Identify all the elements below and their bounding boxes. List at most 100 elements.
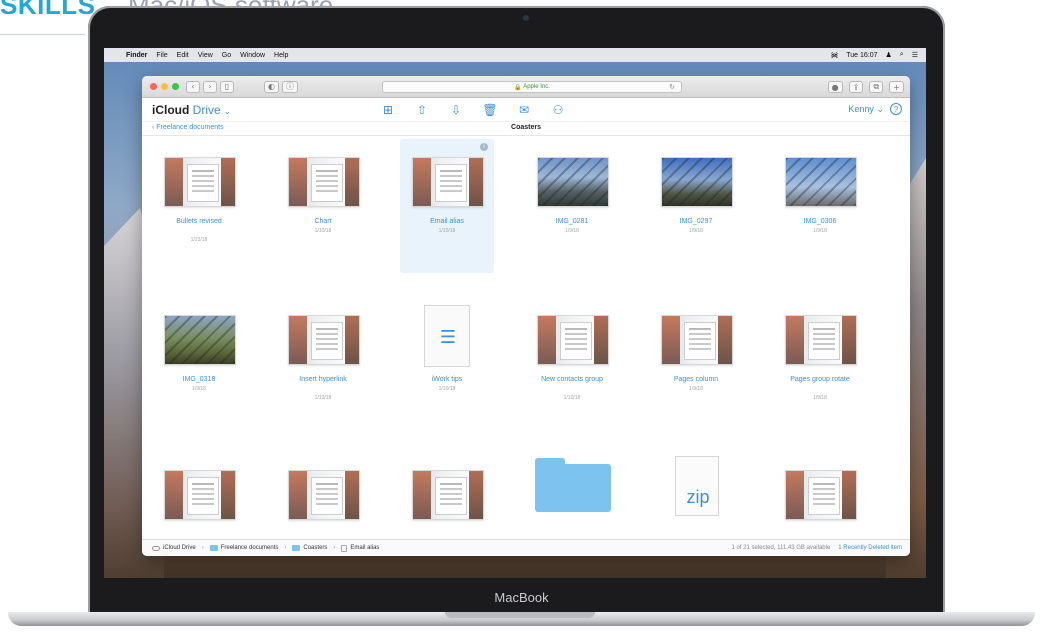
- spotlight-search-icon[interactable]: ⌕: [900, 51, 904, 59]
- rollercoaster-track: [165, 316, 235, 364]
- privacy-icon[interactable]: ◐: [264, 80, 279, 93]
- new-tab-icon[interactable]: +: [889, 81, 904, 93]
- thumbnail-detail: [311, 322, 343, 360]
- status-info: 1 of 21 selected, 111.43 GB available 1 …: [731, 545, 910, 551]
- trash-icon[interactable]: 🗑: [482, 102, 498, 118]
- extension-icon[interactable]: ●: [827, 81, 843, 93]
- crumb-email-alias[interactable]: Email alias: [341, 544, 379, 552]
- thumbnail-detail: [289, 316, 307, 364]
- share-icon[interactable]: ⇪: [848, 81, 864, 93]
- help-button[interactable]: ?: [890, 103, 902, 115]
- crumb-coasters[interactable]: Coasters: [292, 545, 327, 551]
- file-item[interactable]: [525, 452, 619, 539]
- page-info-icon[interactable]: ⓘ: [281, 80, 298, 93]
- upload-icon[interactable]: ⇧: [414, 102, 430, 118]
- file-thumbnail: [785, 470, 857, 520]
- mail-icon[interactable]: ✉: [516, 102, 532, 118]
- zip-label: zip: [686, 487, 710, 507]
- file-item[interactable]: Chart 1/10/18: [276, 139, 370, 273]
- file-date: 1/10/18: [438, 386, 456, 392]
- thumbnail-detail: [560, 322, 592, 360]
- thumbnail-detail: [684, 322, 716, 360]
- file-item[interactable]: ☰ iWork tips 1/10/18: [400, 297, 494, 431]
- share-people-icon[interactable]: ⚇: [550, 102, 566, 118]
- file-name: Email alias: [430, 218, 464, 225]
- file-date: 1/9/18: [689, 386, 703, 392]
- file-item[interactable]: [400, 452, 494, 539]
- menu-help[interactable]: Help: [274, 52, 288, 59]
- menu-window[interactable]: Window: [240, 52, 265, 59]
- page: SKILLS Mac/iOS software Finder File Edit…: [0, 0, 1043, 640]
- file-date: 1/10/18: [314, 395, 332, 401]
- file-name: Chart: [314, 218, 332, 225]
- folder-icon: [535, 458, 611, 512]
- crumb-freelance-documents[interactable]: Freelance documents: [209, 545, 278, 551]
- file-item[interactable]: [152, 452, 246, 539]
- thumbnail-detail: [538, 316, 556, 364]
- reload-icon[interactable]: ↻: [669, 83, 675, 91]
- file-name: IMG_0306: [803, 218, 837, 225]
- file-item[interactable]: IMG_0318 1/9/18: [152, 297, 246, 431]
- thumbnail-detail: [469, 471, 483, 519]
- file-item[interactable]: Pages column 1/9/18: [649, 297, 743, 431]
- file-name: IMG_0318: [182, 376, 216, 383]
- thumbnail-detail: [311, 477, 343, 515]
- thumbnail-detail: [786, 471, 804, 519]
- address-bar-label: Apple Inc.: [523, 84, 550, 90]
- thumbnail-detail: [435, 477, 467, 515]
- menu-file[interactable]: File: [156, 52, 167, 59]
- notification-center-icon[interactable]: ☰: [912, 51, 918, 59]
- thumbnail-detail: [345, 316, 359, 364]
- file-item[interactable]: [773, 452, 867, 539]
- download-icon[interactable]: ⇩: [448, 102, 464, 118]
- recently-deleted-link[interactable]: 1 Recently Deleted item: [838, 545, 902, 551]
- file-item[interactable]: New contacts group 1/10/18: [525, 297, 619, 431]
- thumbnail-detail: [345, 158, 359, 206]
- pages-document-icon: ☰: [424, 305, 470, 367]
- wifi-icon[interactable]: ᯼: [831, 51, 839, 60]
- file-item[interactable]: i Email alias 1/10/18: [400, 139, 494, 273]
- file-item[interactable]: IMG_0297 1/9/18: [649, 139, 743, 273]
- app-title[interactable]: iCloud Drive ⌄: [152, 103, 231, 117]
- file-thumbnail: [288, 470, 360, 520]
- file-item[interactable]: Bullets revised 1/23/18: [152, 139, 246, 273]
- file-item[interactable]: Insert hyperlink 1/10/18: [276, 297, 370, 431]
- tabs-icon[interactable]: ⧉: [869, 81, 884, 93]
- new-folder-icon[interactable]: ⊞: [380, 102, 396, 118]
- thumbnail-detail: [842, 471, 856, 519]
- crumb-separator: ›: [201, 545, 204, 551]
- file-item[interactable]: [276, 452, 370, 539]
- thumbnail-detail: [345, 471, 359, 519]
- minimize-window-button[interactable]: [161, 83, 168, 90]
- user-icon[interactable]: ♟: [886, 51, 892, 59]
- file-item[interactable]: IMG_0306 1/9/18: [773, 139, 867, 273]
- menu-go[interactable]: Go: [222, 52, 231, 59]
- thumbnail-detail: [221, 158, 235, 206]
- menu-finder[interactable]: Finder: [126, 52, 147, 59]
- menu-view[interactable]: View: [198, 52, 213, 59]
- crumb-label: Coasters: [303, 545, 328, 551]
- forward-nav-button[interactable]: ›: [203, 80, 217, 93]
- file-name: Insert hyperlink: [299, 376, 347, 383]
- menu-clock[interactable]: Tue 16:07: [846, 52, 877, 59]
- file-item[interactable]: Pages group rotate 1/9/18: [773, 297, 867, 431]
- back-nav-button[interactable]: ‹: [186, 80, 200, 93]
- rollercoaster-track: [538, 158, 608, 206]
- zoom-window-button[interactable]: [172, 83, 179, 90]
- file-thumbnail: [785, 315, 857, 365]
- lock-icon: 🔒: [514, 84, 524, 91]
- address-bar[interactable]: 🔒 Apple Inc. ↻: [382, 81, 682, 93]
- file-item[interactable]: zip: [649, 452, 743, 539]
- account-menu[interactable]: Kenny ⌄: [848, 104, 884, 115]
- thumbnail-detail: [413, 158, 431, 206]
- info-icon[interactable]: i: [480, 143, 488, 151]
- menu-edit[interactable]: Edit: [177, 52, 189, 59]
- file-item[interactable]: IMG_0281 1/9/18: [525, 139, 619, 273]
- close-window-button[interactable]: [150, 83, 157, 90]
- selection-status: 1 of 21 selected, 111.43 GB available: [731, 545, 831, 551]
- file-name: IMG_0297: [679, 218, 713, 225]
- file-name: Pages column: [673, 376, 719, 383]
- drive-tools: ⊞ ⇧ ⇩ 🗑 ✉ ⚇: [380, 102, 566, 118]
- sidebar-toggle-button[interactable]: ▯: [220, 80, 234, 93]
- crumb-icloud-drive[interactable]: iCloud Drive: [152, 545, 196, 551]
